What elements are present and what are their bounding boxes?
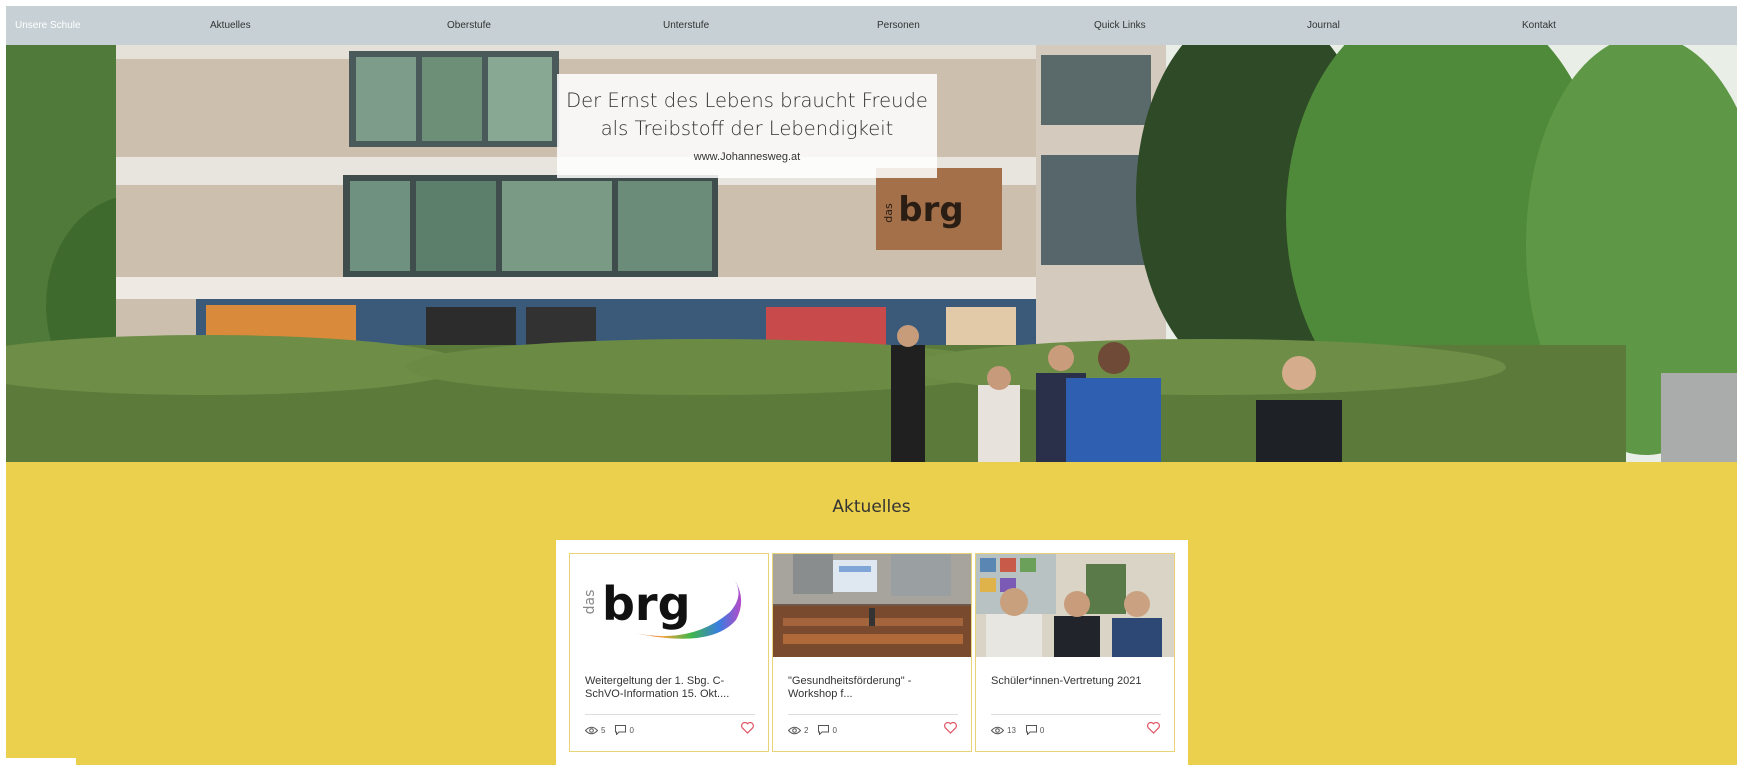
post-stats: 5 0 [585,724,644,736]
hero-title-line-1: Der Ernst des Lebens braucht Freude [566,89,928,112]
heart-icon[interactable] [944,722,957,734]
nav-item-oberstufe[interactable]: Oberstufe [447,6,491,45]
comment-icon [1025,725,1037,735]
nav-item-quick-links[interactable]: Quick Links [1094,6,1146,45]
post-image-brg-logo[interactable]: brg das [570,554,768,657]
comments-stat[interactable]: 0 [1025,725,1045,735]
hero-banner: brg das Der Ernst des Lebens braucht Fre… [6,45,1737,462]
post-divider [585,714,755,715]
svg-text:brg: brg [602,577,691,631]
post-stats: 2 0 [788,724,847,736]
corner-overlay [6,758,76,765]
nav-item-unsere-schule[interactable]: Unsere Schule [15,6,81,45]
student-council-photo [976,554,1174,657]
post-image-workshop[interactable] [773,554,971,657]
views-count: 13 [1007,725,1016,735]
hero-tagline-card: Der Ernst des Lebens braucht Freude als … [557,74,937,178]
comments-count: 0 [629,725,634,735]
post-image-student-council[interactable] [976,554,1174,657]
post-title[interactable]: Weitergeltung der 1. Sbg. C-SchVO-Inform… [585,675,755,701]
workshop-photo [773,554,971,657]
eye-icon [788,726,801,734]
post-divider [991,714,1161,715]
comments-stat[interactable]: 0 [615,725,634,735]
eye-icon [991,726,1004,734]
post-title[interactable]: Schüler*innen-Vertretung 2021 [991,675,1161,701]
nav-item-kontakt[interactable]: Kontakt [1522,6,1556,45]
comment-icon [818,725,830,735]
news-posts-panel: brg das Weitergeltung der 1. Sbg. C-SchV… [556,540,1188,765]
svg-text:brg: brg [898,190,963,230]
views-stat: 2 [788,726,808,735]
hero-title-line-2: als Treibstoff der Lebendigkeit [600,117,894,140]
post-title[interactable]: "Gesundheitsförderung" - Workshop f... [788,675,958,701]
hero-title: Der Ernst des Lebens braucht Freude als … [557,74,937,143]
nav-item-unterstufe[interactable]: Unterstufe [663,6,709,45]
page: Unsere Schule Aktuelles Oberstufe Unters… [6,6,1737,765]
nav-item-journal[interactable]: Journal [1307,6,1340,45]
heart-icon[interactable] [741,722,754,734]
news-section: Aktuelles brg das Weitergeltung der 1. S… [6,462,1737,765]
svg-text:das: das [582,590,598,615]
post-stats: 13 0 [991,724,1054,736]
post-divider [788,714,958,715]
views-count: 2 [804,725,809,735]
comments-count: 0 [832,725,837,735]
comments-count: 0 [1039,725,1045,735]
comments-stat[interactable]: 0 [818,725,837,735]
views-stat: 5 [585,726,605,735]
comment-icon [615,725,627,735]
news-post-card[interactable]: Schüler*innen-Vertretung 2021 13 0 [975,553,1175,752]
eye-icon [585,726,598,734]
views-stat: 13 [991,726,1016,735]
svg-text:das: das [882,203,895,223]
brg-logo-image: brg das [570,554,768,657]
news-heading: Aktuelles [832,497,911,517]
heart-icon[interactable] [1147,722,1160,734]
nav-item-aktuelles[interactable]: Aktuelles [210,6,251,45]
news-post-card[interactable]: brg das Weitergeltung der 1. Sbg. C-SchV… [569,553,769,752]
news-post-card[interactable]: "Gesundheitsförderung" - Workshop f... 2… [772,553,972,752]
nav-item-personen[interactable]: Personen [877,6,920,45]
views-count: 5 [601,725,606,735]
top-navigation: Unsere Schule Aktuelles Oberstufe Unters… [6,6,1737,45]
hero-url-link[interactable]: www.Johannesweg.at [557,151,937,163]
